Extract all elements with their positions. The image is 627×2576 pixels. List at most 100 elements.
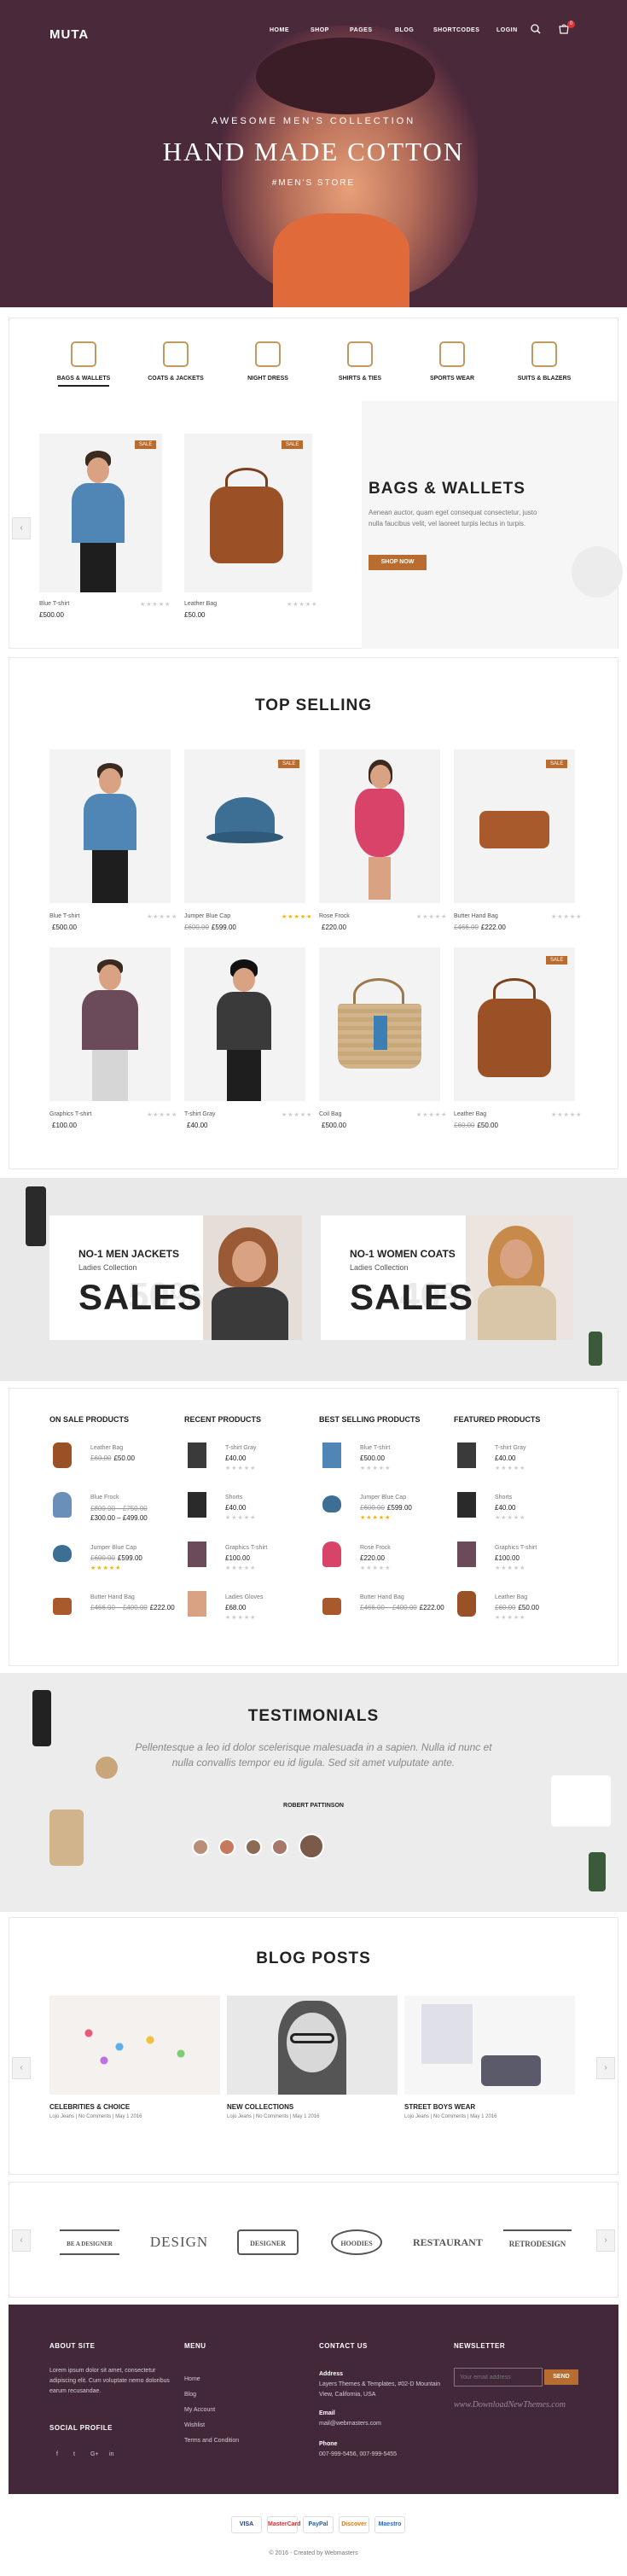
- product-image-rose-frock[interactable]: [319, 749, 440, 903]
- list-item-name[interactable]: Shorts: [225, 1495, 242, 1501]
- product-image-blue-tshirt[interactable]: [39, 434, 162, 592]
- product-image-tshirt-gray[interactable]: [184, 947, 305, 1101]
- footer-menu-item[interactable]: Blog: [184, 2390, 196, 2400]
- list-item-name[interactable]: Jumper Blue Cap: [360, 1495, 406, 1501]
- product-name[interactable]: Rose Frock: [319, 913, 350, 919]
- product-image-coil-bag[interactable]: [319, 947, 440, 1101]
- footer-menu-item[interactable]: My Account: [184, 2405, 215, 2416]
- list-thumb[interactable]: [188, 1492, 206, 1518]
- list-item-name[interactable]: Graphics T-shirt: [225, 1545, 267, 1551]
- testimonial-avatar-active[interactable]: [299, 1833, 324, 1859]
- product-image-blue-tshirt[interactable]: [49, 749, 171, 903]
- blog-image[interactable]: [227, 1996, 398, 2095]
- search-icon[interactable]: [531, 24, 541, 34]
- category-shirts-ties[interactable]: SHIRTS & TIES: [317, 341, 403, 382]
- blog-prev-arrow[interactable]: ‹: [12, 2057, 31, 2079]
- brand-logo[interactable]: DESIGNER: [237, 2229, 299, 2255]
- brand-logo[interactable]: BE A DESIGNER: [60, 2229, 119, 2255]
- brand-logo[interactable]: DESIGN: [145, 2229, 213, 2255]
- testimonial-avatar[interactable]: [218, 1839, 235, 1856]
- nav-home[interactable]: HOME: [270, 27, 289, 33]
- nav-blog[interactable]: BLOG: [395, 27, 414, 33]
- nav-shop[interactable]: SHOP: [311, 27, 329, 33]
- footer-menu-item[interactable]: Home: [184, 2375, 200, 2385]
- list-item-name[interactable]: Butter Hand Bag: [90, 1594, 135, 1600]
- list-item-name[interactable]: Graphics T-shirt: [495, 1545, 537, 1551]
- product-name[interactable]: Coil Bag: [319, 1111, 341, 1117]
- site-logo[interactable]: MUTA: [49, 27, 89, 42]
- product-name[interactable]: Leather Bag: [454, 1111, 486, 1117]
- list-thumb[interactable]: [322, 1542, 341, 1567]
- product-image-graphics-tshirt[interactable]: [49, 947, 171, 1101]
- list-thumb[interactable]: [457, 1492, 476, 1518]
- product-image-leather-bag[interactable]: [184, 434, 312, 592]
- newsletter-email-input[interactable]: [454, 2368, 543, 2387]
- brand-logo[interactable]: RESTAURANT: [413, 2229, 483, 2255]
- list-thumb[interactable]: [457, 1591, 476, 1617]
- list-thumb[interactable]: [188, 1542, 206, 1567]
- list-item-name[interactable]: Butter Hand Bag: [360, 1594, 404, 1600]
- list-thumb[interactable]: [457, 1442, 476, 1468]
- login-link[interactable]: LOGIN: [496, 27, 518, 33]
- list-thumb[interactable]: [53, 1442, 72, 1468]
- brand-logo[interactable]: HOODIES: [331, 2229, 382, 2255]
- list-item-name[interactable]: Blue T-shirt: [360, 1445, 390, 1451]
- email-text[interactable]: mail@webmasters.com: [319, 2419, 381, 2429]
- product-name[interactable]: Leather Bag: [184, 601, 217, 607]
- list-thumb[interactable]: [53, 1492, 72, 1518]
- blog-image[interactable]: [49, 1996, 220, 2095]
- list-item-name[interactable]: T-shirt Gray: [495, 1445, 526, 1451]
- footer-menu-item[interactable]: Wishlist: [184, 2421, 205, 2431]
- list-item-name[interactable]: Blue Frock: [90, 1495, 119, 1501]
- testimonial-avatar[interactable]: [192, 1839, 209, 1856]
- product-name[interactable]: Blue T-shirt: [39, 601, 69, 607]
- product-image-leather-bag[interactable]: [454, 947, 575, 1101]
- product-name[interactable]: Butter Hand Bag: [454, 913, 498, 919]
- blog-post-title[interactable]: CELEBRITIES & CHOICE: [49, 2103, 130, 2111]
- list-item-name[interactable]: Ladies Gloves: [225, 1594, 263, 1600]
- list-thumb[interactable]: [53, 1598, 72, 1615]
- category-bags-wallets[interactable]: BAGS & WALLETS: [41, 341, 126, 387]
- category-suits-blazers[interactable]: SUITS & BLAZERS: [502, 341, 587, 382]
- brands-prev-arrow[interactable]: ‹: [12, 2229, 31, 2252]
- category-coats-jackets[interactable]: COATS & JACKETS: [133, 341, 218, 382]
- product-name[interactable]: Blue T-shirt: [49, 913, 79, 919]
- category-sports-wear[interactable]: SPORTS WEAR: [409, 341, 495, 382]
- shop-now-button[interactable]: SHOP NOW: [369, 555, 427, 570]
- linkedin-icon[interactable]: in: [109, 2450, 113, 2460]
- footer-menu-item[interactable]: Terms and Condition: [184, 2436, 239, 2446]
- product-name[interactable]: Graphics T-shirt: [49, 1111, 91, 1117]
- list-item-name[interactable]: Jumper Blue Cap: [90, 1545, 136, 1551]
- list-thumb[interactable]: [53, 1545, 72, 1562]
- list-item-name[interactable]: Leather Bag: [90, 1445, 123, 1451]
- list-thumb[interactable]: [322, 1598, 341, 1615]
- list-item-name[interactable]: Shorts: [495, 1495, 512, 1501]
- list-thumb[interactable]: [322, 1495, 341, 1512]
- category-night-dress[interactable]: NIGHT DRESS: [225, 341, 311, 382]
- list-item-name[interactable]: Leather Bag: [495, 1594, 527, 1600]
- blog-post-title[interactable]: STREET BOYS WEAR: [404, 2103, 475, 2111]
- list-thumb[interactable]: [188, 1591, 206, 1617]
- product-image-blue-cap[interactable]: [184, 749, 305, 903]
- list-thumb[interactable]: [188, 1442, 206, 1468]
- testimonial-avatar[interactable]: [245, 1839, 262, 1856]
- brands-next-arrow[interactable]: ›: [596, 2229, 615, 2252]
- list-item-name[interactable]: Rose Frock: [360, 1545, 391, 1551]
- product-name[interactable]: T-shirt Gray: [184, 1111, 216, 1117]
- newsletter-send-button[interactable]: SEND: [544, 2369, 578, 2385]
- product-name[interactable]: Jumper Blue Cap: [184, 913, 230, 919]
- facebook-icon[interactable]: f: [56, 2450, 58, 2460]
- blog-image[interactable]: [404, 1996, 575, 2095]
- google-plus-icon[interactable]: G+: [90, 2450, 99, 2460]
- blog-post-title[interactable]: NEW COLLECTIONS: [227, 2103, 293, 2111]
- product-image-butter-hand-bag[interactable]: [454, 749, 575, 903]
- list-item-name[interactable]: T-shirt Gray: [225, 1445, 257, 1451]
- category-prev-arrow[interactable]: ‹: [12, 517, 31, 539]
- list-thumb[interactable]: [457, 1542, 476, 1567]
- nav-shortcodes[interactable]: SHORTCODES: [433, 27, 479, 33]
- blog-next-arrow[interactable]: ›: [596, 2057, 615, 2079]
- brand-logo[interactable]: RETRODESIGN: [503, 2229, 572, 2255]
- nav-pages[interactable]: PAGES: [350, 27, 373, 33]
- twitter-icon[interactable]: t: [73, 2450, 75, 2460]
- testimonial-avatar[interactable]: [271, 1839, 288, 1856]
